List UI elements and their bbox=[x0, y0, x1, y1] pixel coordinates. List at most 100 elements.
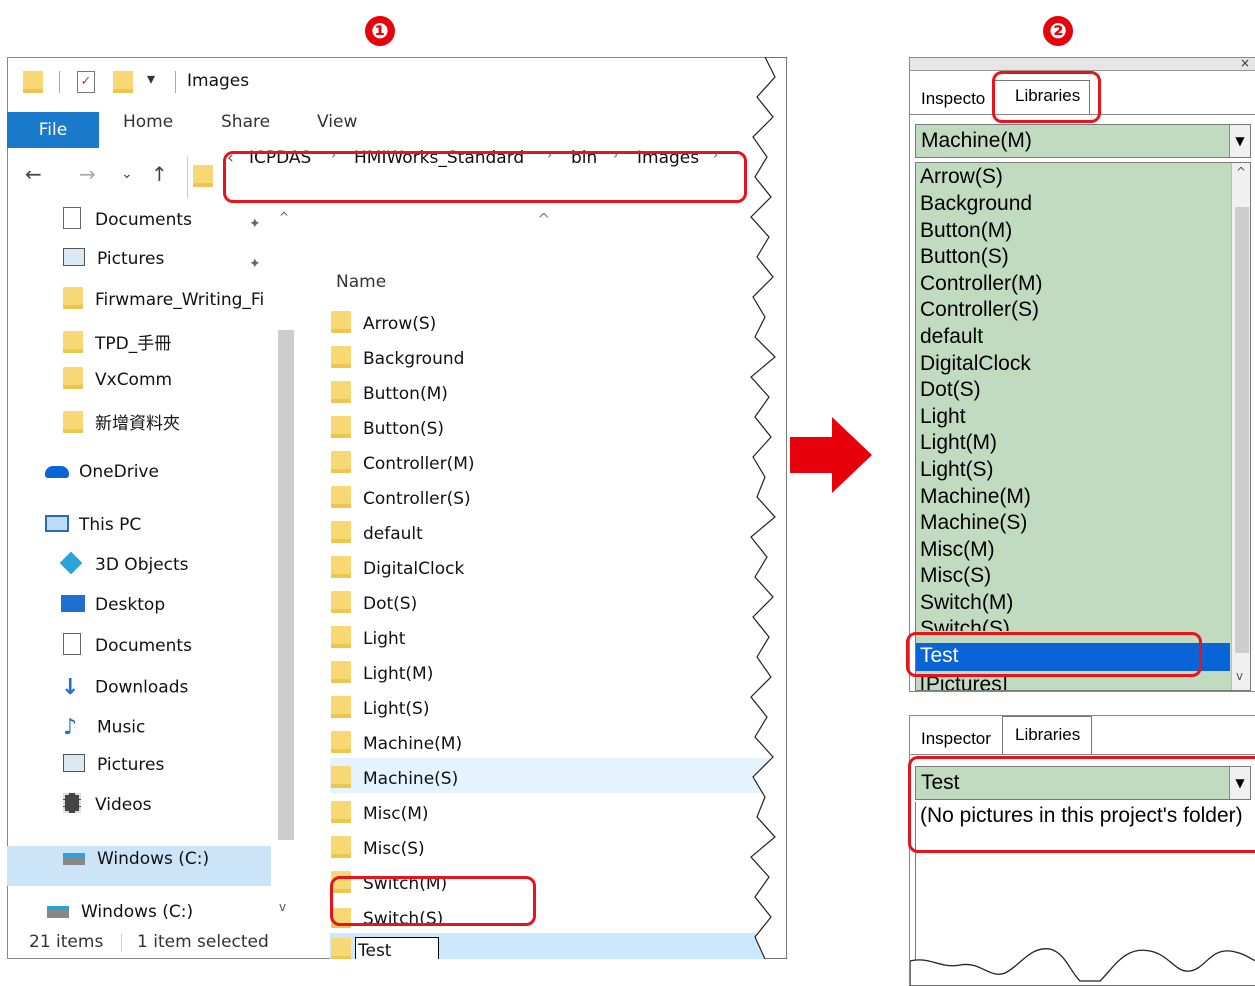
list-item[interactable]: Switch(M) bbox=[920, 591, 1013, 617]
sidebar-item-documents[interactable]: Documents bbox=[63, 207, 192, 243]
sidebar-item-folder[interactable]: 新增資料夾 bbox=[63, 409, 180, 443]
tab-file[interactable]: File bbox=[7, 112, 99, 148]
sidebar-scrollbar[interactable]: ^ v bbox=[275, 210, 297, 920]
list-item[interactable]: Misc(M) bbox=[920, 538, 995, 564]
list-item[interactable]: Light(S) bbox=[331, 696, 429, 730]
list-item[interactable]: default bbox=[920, 325, 983, 351]
list-item[interactable]: Arrow(S) bbox=[920, 165, 1003, 191]
up-arrow-icon[interactable]: ↑ bbox=[151, 162, 168, 186]
list-item[interactable]: Light bbox=[331, 626, 406, 660]
back-arrow-icon[interactable]: ← bbox=[25, 162, 42, 186]
list-item[interactable]: Controller(S) bbox=[920, 298, 1039, 324]
pictures-icon bbox=[63, 248, 85, 266]
sidebar-item-onedrive[interactable]: OneDrive bbox=[45, 462, 159, 496]
quick-access-dropdown-icon[interactable]: ▾ bbox=[147, 69, 155, 88]
sidebar-item-3d-objects[interactable]: 3D Objects bbox=[59, 551, 189, 589]
list-item-label: Dot(S) bbox=[363, 594, 418, 614]
tab-view[interactable]: View bbox=[317, 112, 357, 148]
tab-home[interactable]: Home bbox=[123, 112, 173, 148]
sidebar-item-label: OneDrive bbox=[79, 462, 159, 482]
list-item[interactable]: Light(M) bbox=[331, 661, 433, 695]
folder-icon bbox=[331, 801, 351, 823]
folder-icon bbox=[331, 661, 351, 683]
scroll-up-icon[interactable]: ^ bbox=[1236, 165, 1246, 179]
list-item[interactable]: DigitalClock bbox=[920, 352, 1031, 378]
file-explorer-window: ✓ ▾ Images File Home Share View ← → ⌄ ↑ … bbox=[7, 57, 787, 959]
list-item[interactable]: DigitalClock bbox=[331, 556, 464, 590]
sidebar-item-downloads[interactable]: ↓ Downloads bbox=[61, 675, 188, 709]
list-item[interactable]: Misc(S) bbox=[331, 836, 425, 870]
recent-locations-icon[interactable]: ⌄ bbox=[121, 166, 133, 182]
scroll-down-icon[interactable]: v bbox=[279, 900, 286, 914]
list-item[interactable]: Light bbox=[920, 405, 966, 431]
tab-share[interactable]: Share bbox=[221, 112, 270, 148]
list-item[interactable]: Misc(M) bbox=[331, 801, 429, 835]
sidebar-item-label: Pictures bbox=[97, 755, 165, 775]
list-item[interactable]: Controller(M) bbox=[920, 272, 1043, 298]
library-select-value: Machine(M) bbox=[921, 129, 1032, 152]
list-scrollbar[interactable]: ^ v bbox=[1231, 163, 1250, 690]
navigation-pane: ^ v Documents ✦ Pictures ✦ Firwmare_Writ… bbox=[7, 206, 305, 926]
list-item[interactable]: Machine(S) bbox=[920, 511, 1027, 537]
folder-icon bbox=[23, 71, 43, 93]
library-list[interactable]: ^ v Arrow(S) Background Button(M) Button… bbox=[915, 162, 1251, 691]
sidebar-item-videos[interactable]: Videos bbox=[63, 793, 152, 829]
sidebar-item-music[interactable]: ♪ Music bbox=[63, 715, 145, 749]
chevron-down-icon[interactable]: ▼ bbox=[1229, 125, 1250, 157]
sidebar-item-folder[interactable]: Firwmare_Writing_Fi bbox=[63, 287, 264, 323]
list-item[interactable]: Button(S) bbox=[920, 245, 1009, 271]
list-item[interactable]: Controller(S) bbox=[331, 486, 471, 520]
list-item[interactable]: Button(S) bbox=[331, 416, 444, 450]
list-item[interactable]: Misc(S) bbox=[920, 564, 991, 590]
sidebar-item-desktop[interactable]: Desktop bbox=[61, 594, 165, 629]
list-item[interactable]: Light(M) bbox=[920, 431, 997, 457]
folder-icon bbox=[331, 556, 351, 578]
list-item[interactable]: Button(M) bbox=[331, 381, 448, 415]
tab-inspector[interactable]: Inspecto bbox=[921, 89, 985, 109]
tab-libraries[interactable]: Libraries bbox=[1002, 716, 1092, 754]
sidebar-item-pictures[interactable]: Pictures bbox=[63, 248, 164, 283]
sidebar-item-windows-c[interactable]: Windows (C:) bbox=[63, 849, 209, 883]
list-item[interactable]: Light(S) bbox=[920, 458, 994, 484]
sidebar-item-folder[interactable]: TPD_手冊 bbox=[63, 329, 171, 363]
list-item[interactable]: Machine(M) bbox=[920, 485, 1031, 511]
folder-icon bbox=[331, 626, 351, 648]
sidebar-item-label: Videos bbox=[95, 795, 152, 815]
column-header-name[interactable]: Name bbox=[336, 272, 386, 306]
downloads-icon: ↓ bbox=[61, 675, 80, 700]
selection-count: 1 item selected bbox=[137, 932, 269, 952]
list-item[interactable]: Dot(S) bbox=[331, 591, 418, 625]
new-folder-icon[interactable] bbox=[113, 71, 133, 93]
pin-icon[interactable]: ✦ bbox=[249, 216, 261, 232]
list-item[interactable]: Machine(S) bbox=[331, 766, 458, 800]
sidebar-item-pictures[interactable]: Pictures bbox=[63, 754, 165, 789]
list-item-label: default bbox=[363, 524, 423, 544]
scrollbar-thumb[interactable] bbox=[278, 330, 294, 840]
sidebar-item-this-pc[interactable]: This PC bbox=[45, 514, 141, 549]
scroll-up-icon[interactable]: ^ bbox=[279, 210, 289, 224]
list-item-label: Light bbox=[363, 629, 406, 649]
sidebar-item-folder[interactable]: VxComm bbox=[63, 367, 172, 403]
library-select[interactable]: Machine(M) ▼ bbox=[915, 124, 1251, 158]
sidebar-item-label: 3D Objects bbox=[95, 555, 189, 575]
scrollbar-thumb[interactable] bbox=[1235, 207, 1249, 653]
list-item[interactable]: Background bbox=[331, 346, 464, 380]
folder-icon bbox=[331, 591, 351, 613]
item-count: 21 items bbox=[29, 932, 104, 952]
properties-icon[interactable]: ✓ bbox=[77, 71, 95, 93]
sidebar-item-documents[interactable]: Documents bbox=[63, 633, 192, 669]
list-item[interactable]: default bbox=[331, 521, 423, 555]
close-icon[interactable]: × bbox=[1240, 58, 1250, 70]
tab-inspector[interactable]: Inspector bbox=[921, 729, 991, 749]
list-item[interactable]: Arrow(S) bbox=[331, 311, 436, 345]
pin-icon[interactable]: ✦ bbox=[249, 256, 261, 272]
list-item[interactable]: Dot(S) bbox=[920, 378, 981, 404]
forward-arrow-icon[interactable]: → bbox=[79, 162, 96, 186]
list-item[interactable]: Button(M) bbox=[920, 219, 1012, 245]
scroll-down-icon[interactable]: v bbox=[1236, 669, 1243, 683]
list-item[interactable]: Machine(M) bbox=[331, 731, 462, 765]
list-item[interactable]: Switch(S) bbox=[920, 617, 1010, 631]
list-item[interactable]: Controller(M) bbox=[331, 451, 475, 485]
folder-icon bbox=[331, 521, 351, 543]
list-item[interactable]: Background bbox=[920, 192, 1032, 218]
